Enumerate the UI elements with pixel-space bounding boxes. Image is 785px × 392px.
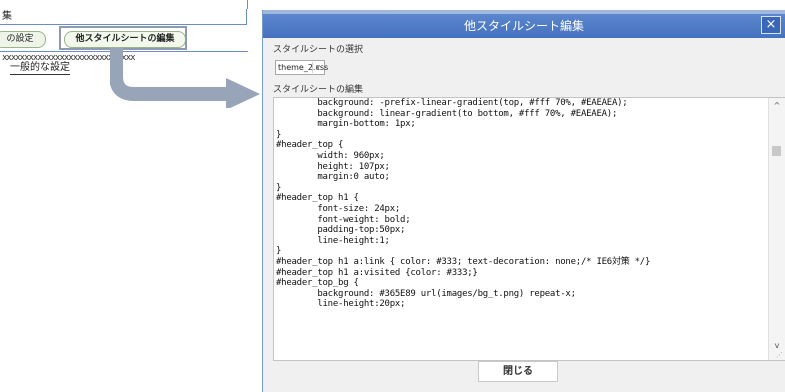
dialog-title: 他スタイルシート編集 <box>463 19 584 33</box>
code-line: font-size: 24px; <box>276 203 401 214</box>
code-line: margin-bottom: 1px; <box>276 119 416 130</box>
code-line: margin:0 auto; <box>276 172 390 183</box>
code-line: background: linear-gradient(to bottom, #… <box>276 108 618 119</box>
scroll-thumb[interactable] <box>772 146 781 156</box>
code-line: #header_top h1 { <box>276 193 359 204</box>
editor-scrollbar[interactable]: ^ v <box>768 98 785 360</box>
stylesheet-edit-label: スタイルシートの編集 <box>273 85 364 95</box>
code-line: line-height:20px; <box>276 299 406 310</box>
code-text[interactable]: background: -prefix-linear-gradient(top,… <box>276 98 769 310</box>
code-line: } <box>276 182 282 193</box>
code-line: font-weight: bold; <box>276 214 411 225</box>
general-settings-link[interactable]: 一般的な設定 <box>10 62 70 75</box>
code-line: height: 107px; <box>276 161 390 172</box>
highlight-frame <box>59 26 187 50</box>
code-line: } <box>276 129 282 140</box>
code-line: background: -prefix-linear-gradient(top,… <box>276 98 628 108</box>
code-line: #header_top h1 a:visited {color: #333;} <box>276 267 478 278</box>
code-line: width: 960px; <box>276 150 385 161</box>
dialog-titlebar[interactable]: 他スタイルシート編集 × <box>263 14 785 38</box>
close-icon[interactable]: × <box>761 16 781 34</box>
code-line: } <box>276 246 282 257</box>
code-line: background: #365E89 url(images/bg_t.png)… <box>276 288 576 299</box>
scroll-down-icon[interactable]: v <box>769 341 785 350</box>
resize-grip-icon[interactable]: ⋰ <box>776 351 783 359</box>
background-title-text: 集 <box>2 11 12 22</box>
code-line: padding-top:50px; <box>276 225 406 236</box>
settings-button[interactable]: の設定 <box>0 31 46 48</box>
stylesheet-edit-dialog: 他スタイルシート編集 × スタイルシートの選択 theme_2.css ∨ スタ… <box>262 10 785 392</box>
code-line: #header_top h1 a:link { color: #333; tex… <box>276 256 651 267</box>
close-button[interactable]: 閉じる <box>478 361 558 382</box>
stylesheet-select-label: スタイルシートの選択 <box>273 45 364 55</box>
code-line: #header_top { <box>276 140 344 151</box>
scroll-up-icon[interactable]: ^ <box>769 101 785 110</box>
background-title: 集 <box>0 9 247 25</box>
stylesheet-editor[interactable]: background: -prefix-linear-gradient(top,… <box>273 97 785 361</box>
pointer-arrow-icon <box>110 48 260 108</box>
code-line: #header_top_bg { <box>276 278 359 289</box>
divider <box>247 0 248 9</box>
stylesheet-select[interactable]: theme_2.css ∨ <box>275 60 328 75</box>
code-line: line-height:1; <box>276 235 390 246</box>
chevron-down-icon[interactable]: ∨ <box>312 62 323 73</box>
